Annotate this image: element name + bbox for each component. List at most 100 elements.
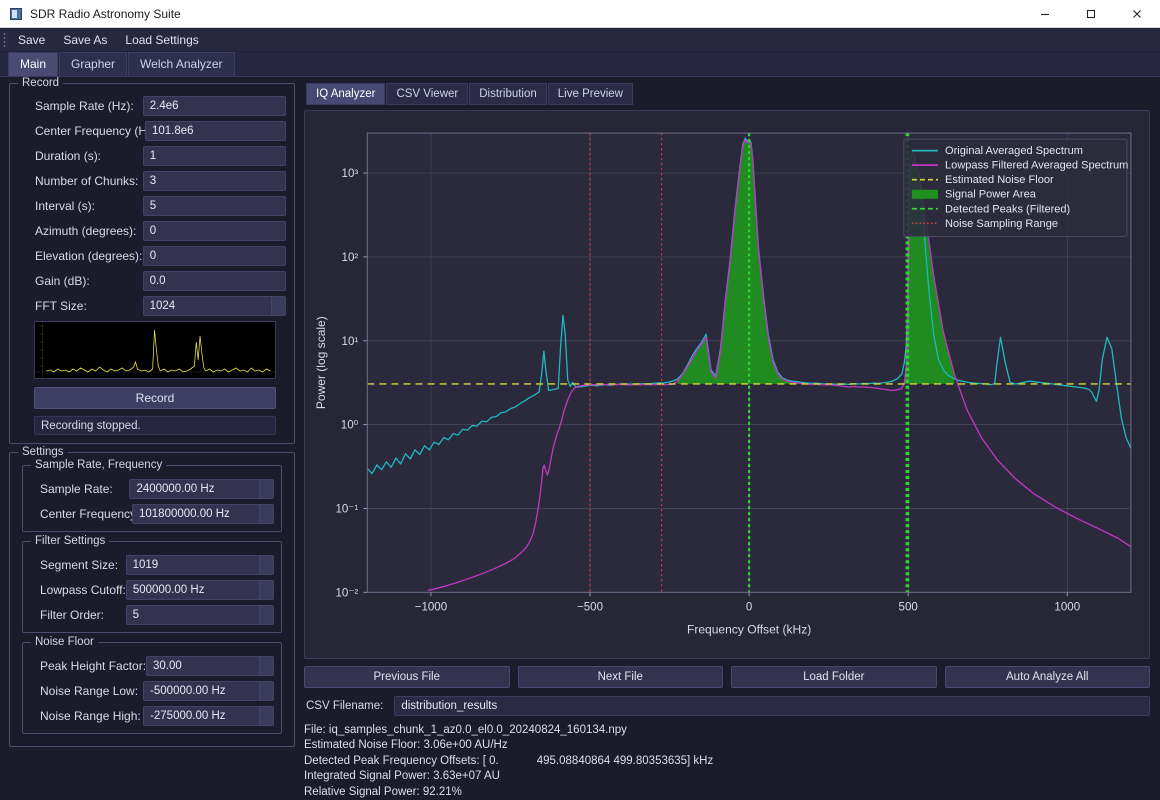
input-sample-rate-hz[interactable]: 2.4e6 [142,96,286,116]
svg-text:10²: 10² [342,252,359,264]
input-interval[interactable]: 5 [142,196,286,216]
field-filter-order: Filter Order: 5 [30,605,274,625]
input-fft-size[interactable]: 1024 [142,296,286,316]
field-segment-size: Segment Size: 1019 [30,555,274,575]
label-settings-sample-rate: Sample Rate: [40,482,113,496]
record-group-title: Record [18,77,64,89]
svg-text:Lowpass Filtered Averaged Spec: Lowpass Filtered Averaged Spectrum [945,160,1128,172]
input-number-of-chunks[interactable]: 3 [142,171,286,191]
svg-text:10¹: 10¹ [342,336,359,348]
csv-filename-input[interactable]: distribution_results [394,695,1150,716]
tab-iq-analyzer[interactable]: IQ Analyzer [306,83,386,105]
input-peak-height-factor[interactable]: 30.00 [146,656,274,676]
field-lowpass-cutoff: Lowpass Cutoff: 500000.00 Hz [30,580,274,600]
select-gain[interactable]: 0.0 [142,271,286,291]
field-noise-range-high: Noise Range High: -275000.00 Hz [30,706,274,726]
svg-text:Power (log scale): Power (log scale) [314,316,328,409]
field-fft-size: FFT Size: 1024 [18,296,286,316]
analysis-tab-bar: IQ Analyzer CSV Viewer Distribution Live… [306,83,1150,105]
input-segment-size[interactable]: 1019 [125,555,274,575]
input-center-frequency-hz[interactable]: 101.8e6 [145,121,286,141]
input-settings-center-frequency[interactable]: 101800000.00 Hz [132,504,274,524]
label-elevation: Elevation (degrees): [35,249,143,263]
sample-rate-frequency-title: Sample Rate, Frequency [31,459,167,471]
svg-text:Original Averaged Spectrum: Original Averaged Spectrum [945,145,1083,157]
field-settings-center-frequency: Center Frequency: 101800000.00 Hz [30,504,274,524]
spectrum-preview-svg [35,322,275,378]
info-noise-floor: Estimated Noise Floor: 3.06e+00 AU/Hz [304,739,508,751]
tab-live-preview[interactable]: Live Preview [547,83,633,105]
label-segment-size: Segment Size: [40,558,119,572]
svg-text:Detected Peaks (Filtered): Detected Peaks (Filtered) [945,203,1070,215]
close-icon[interactable] [1114,0,1160,27]
svg-text:10⁻²: 10⁻² [335,587,358,599]
info-detected-peaks: Detected Peak Frequency Offsets: [ 0. 495… [304,754,1150,770]
tab-distribution[interactable]: Distribution [469,83,547,105]
label-noise-range-high: Noise Range High: [40,709,141,723]
info-integrated-power: Integrated Signal Power: 3.63e+07 AU [304,770,500,782]
next-file-button[interactable]: Next File [517,665,723,688]
svg-text:10⁻¹: 10⁻¹ [335,503,358,515]
menu-item-save-as[interactable]: Save As [55,30,115,50]
settings-group-title: Settings [18,446,68,458]
noise-floor-title: Noise Floor [31,636,98,648]
record-button[interactable]: Record [34,387,276,409]
input-settings-sample-rate[interactable]: 2400000.00 Hz [129,479,274,499]
tab-grapher[interactable]: Grapher [59,52,128,76]
label-center-frequency-hz: Center Frequency (Hz): [35,124,161,138]
field-center-frequency-hz: Center Frequency (Hz): 101.8e6 [18,121,286,141]
right-panel: IQ Analyzer CSV Viewer Distribution Live… [300,77,1160,800]
minimize-icon[interactable] [1022,0,1068,27]
input-lowpass-cutoff[interactable]: 500000.00 Hz [125,580,274,600]
label-fft-size: FFT Size: [35,299,87,313]
sample-rate-frequency-group: Sample Rate, Frequency Sample Rate: 2400… [22,459,282,532]
field-noise-range-low: Noise Range Low: -500000.00 Hz [30,681,274,701]
menu-bar: Save Save As Load Settings [0,28,1160,52]
spectrum-plot: −1000 −500 0 500 1000 Frequency Offset (kHz) 1… [305,111,1149,658]
window-title-bar: SDR Radio Astronomy Suite [0,0,1160,28]
record-status-text: Recording stopped. [34,416,276,435]
file-navigation-buttons: Previous File Next File Load Folder Auto… [304,665,1150,688]
svg-text:10³: 10³ [342,168,359,180]
main-tab-bar: Main Grapher Welch Analyzer [0,52,1160,77]
svg-text:500: 500 [899,601,918,613]
tab-main[interactable]: Main [8,52,59,76]
field-elevation: Elevation (degrees): 0 [18,246,286,266]
input-filter-order[interactable]: 5 [125,605,274,625]
label-gain: Gain (dB): [35,274,90,288]
input-azimuth[interactable]: 0 [142,221,286,241]
menu-item-save[interactable]: Save [10,30,53,50]
record-group: Record Sample Rate (Hz): 2.4e6 Center Fr… [9,77,295,444]
svg-text:−500: −500 [577,601,603,613]
previous-file-button[interactable]: Previous File [304,665,510,688]
spectrum-plot-card: Zero-Centered Baseband Spectrum Analysis… [304,110,1150,659]
auto-analyze-all-button[interactable]: Auto Analyze All [944,665,1150,688]
tab-csv-viewer[interactable]: CSV Viewer [386,83,469,105]
analysis-info-text: File: iq_samples_chunk_1_az0.0_el0.0_202… [304,723,1150,800]
field-azimuth: Azimuth (degrees): 0 [18,221,286,241]
tab-welch-analyzer[interactable]: Welch Analyzer [128,52,235,76]
input-noise-range-low[interactable]: -500000.00 Hz [143,681,274,701]
label-lowpass-cutoff: Lowpass Cutoff: [40,583,126,597]
label-number-of-chunks: Number of Chunks: [35,174,139,188]
label-duration: Duration (s): [35,149,102,163]
field-interval: Interval (s): 5 [18,196,286,216]
info-file: File: iq_samples_chunk_1_az0.0_el0.0_202… [304,723,627,736]
label-interval: Interval (s): [35,199,96,213]
field-number-of-chunks: Number of Chunks: 3 [18,171,286,191]
info-relative-power: Relative Signal Power: 92.21% [304,785,462,798]
svg-text:−1000: −1000 [415,601,447,613]
field-gain: Gain (dB): 0.0 [18,271,286,291]
input-elevation[interactable]: 0 [142,246,286,266]
info-peaks-prefix: Detected Peak Frequency Offsets: [ 0. [304,754,499,767]
maximize-icon[interactable] [1068,0,1114,27]
main-content: Record Sample Rate (Hz): 2.4e6 Center Fr… [0,77,1160,800]
left-panel: Record Sample Rate (Hz): 2.4e6 Center Fr… [0,77,300,800]
input-duration[interactable]: 1 [142,146,286,166]
svg-text:10⁰: 10⁰ [341,420,359,432]
input-noise-range-high[interactable]: -275000.00 Hz [143,706,274,726]
svg-text:0: 0 [746,601,752,613]
svg-text:Estimated Noise Floor: Estimated Noise Floor [945,174,1054,186]
menu-item-load-settings[interactable]: Load Settings [117,30,206,50]
load-folder-button[interactable]: Load Folder [731,665,937,688]
